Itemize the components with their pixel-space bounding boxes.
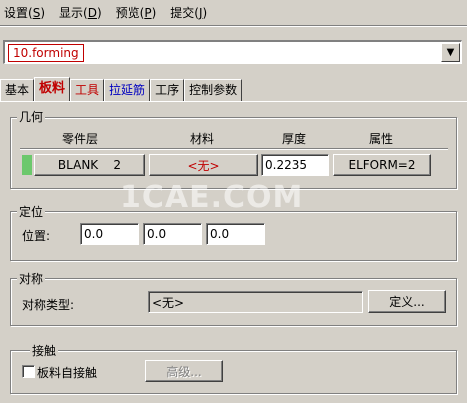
property-button[interactable]: ELFORM=2 — [333, 154, 431, 176]
self-contact-checkbox[interactable] — [22, 365, 35, 378]
menu-submit[interactable]: 提交(J) — [170, 4, 207, 21]
define-button[interactable]: 定义... — [368, 290, 446, 313]
column-header-part: 零件层 — [62, 132, 99, 146]
process-select-value: 10.forming — [8, 43, 84, 62]
symmetry-type-field: <无> — [148, 291, 363, 313]
tab-tool[interactable]: 工具 — [70, 79, 105, 101]
column-header-thickness: 厚度 — [282, 132, 307, 146]
position-label: 位置: — [22, 229, 51, 243]
dropdown-arrow-icon[interactable]: ▼ — [441, 43, 460, 62]
tab-drawbead[interactable]: 拉延筋 — [104, 79, 151, 101]
part-layer-button[interactable]: BLANK 2 — [34, 154, 145, 176]
tab-blank[interactable]: 板料 — [34, 77, 71, 101]
position-x-field[interactable]: 0.0 — [80, 223, 139, 245]
part-color-indicator — [22, 155, 32, 175]
menu-display[interactable]: 显示(D) — [59, 4, 102, 21]
watermark-logo: 1CAE.COM — [120, 180, 304, 215]
tab-process[interactable]: 工序 — [150, 79, 185, 101]
material-button[interactable]: <无> — [149, 154, 258, 176]
tab-basic[interactable]: 基本 — [0, 79, 35, 101]
advanced-button-label: 高级... — [166, 364, 202, 379]
menu-bar: 设置(S) 显示(D) 预览(P) 提交(J) — [0, 0, 467, 26]
geometry-group — [10, 117, 457, 189]
tab-control-params[interactable]: 控制参数 — [184, 79, 243, 101]
advanced-button: 高级... — [145, 360, 223, 382]
menu-preview[interactable]: 预览(P) — [116, 4, 157, 21]
process-select[interactable]: 10.forming ▼ — [3, 40, 462, 64]
position-z-field[interactable]: 0.0 — [206, 223, 265, 245]
symmetry-type-label: 对称类型: — [22, 298, 75, 312]
menu-settings[interactable]: 设置(S) — [4, 4, 45, 21]
geometry-group-title: 几何 — [17, 108, 46, 125]
column-header-material: 材料 — [190, 132, 215, 146]
column-header-property: 属性 — [369, 132, 394, 146]
header-divider — [20, 148, 448, 150]
symmetry-group-title: 对称 — [17, 270, 46, 287]
self-contact-label: 板料自接触 — [37, 366, 98, 380]
tab-bar: 基本 板料 工具 拉延筋 工序 控制参数 — [0, 77, 243, 101]
contact-group-title: 接触 — [30, 342, 59, 359]
position-group-title: 定位 — [17, 203, 46, 220]
thickness-field[interactable]: 0.2235 — [261, 154, 329, 176]
position-y-field[interactable]: 0.0 — [143, 223, 202, 245]
